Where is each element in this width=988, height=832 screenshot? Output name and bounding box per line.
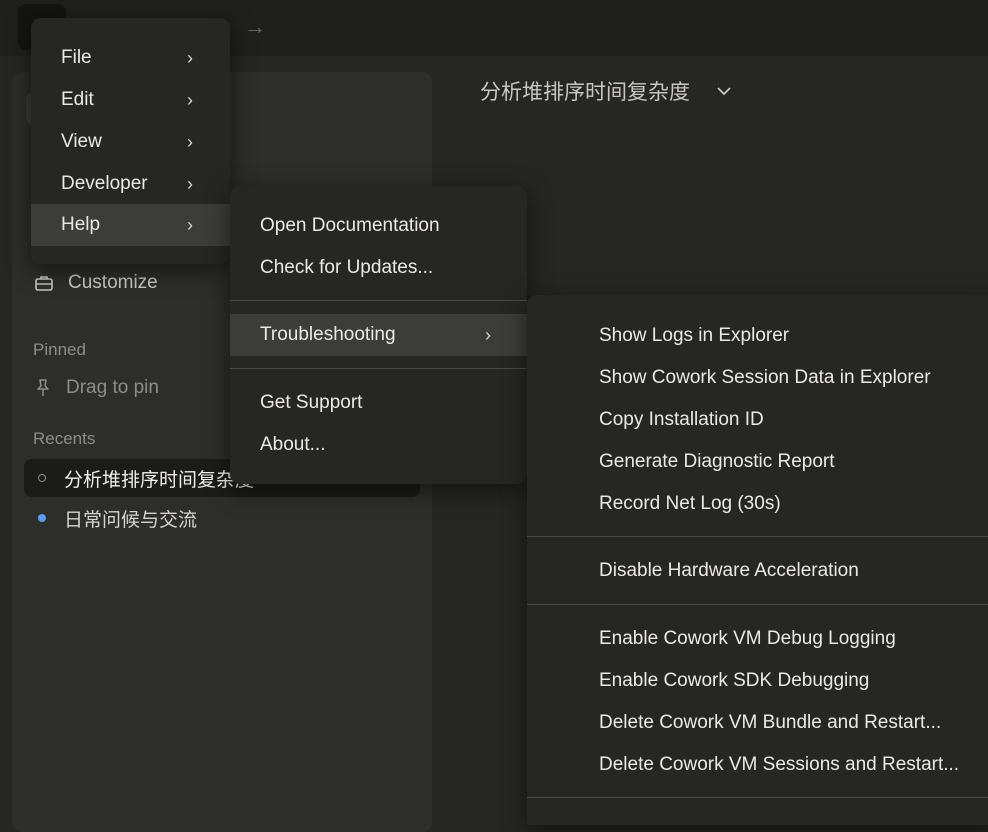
- menu-item-label: Developer: [61, 173, 148, 194]
- menu-item-label: File: [61, 47, 92, 68]
- chevron-right-icon: ›: [187, 131, 193, 152]
- menu-item-delete-vm-bundle[interactable]: Delete Cowork VM Bundle and Restart...: [527, 702, 988, 744]
- chevron-right-icon: ›: [187, 214, 193, 235]
- menu-item-view[interactable]: View ›: [31, 121, 230, 163]
- menu-item-file[interactable]: File ›: [31, 37, 230, 79]
- menu-item-get-support[interactable]: Get Support: [230, 382, 527, 424]
- briefcase-icon: [35, 276, 53, 291]
- menu-item-record-net-log[interactable]: Record Net Log (30s): [527, 483, 988, 525]
- unread-dot-icon: [38, 514, 46, 522]
- menu-item-show-session-data[interactable]: Show Cowork Session Data in Explorer: [527, 357, 988, 399]
- menu-item-disable-hw-acceleration[interactable]: Disable Hardware Acceleration: [527, 550, 988, 592]
- menu-item-edit[interactable]: Edit ›: [31, 79, 230, 121]
- menu-item-label: Copy Installation ID: [599, 409, 764, 430]
- help-submenu: Open Documentation Check for Updates... …: [230, 186, 527, 484]
- menu-item-label: About...: [260, 434, 326, 455]
- menu-item-delete-vm-sessions[interactable]: Delete Cowork VM Sessions and Restart...: [527, 744, 988, 786]
- recents-heading: Recents: [33, 429, 96, 448]
- menu-item-label: Disable Hardware Acceleration: [599, 560, 859, 581]
- app-menu: File › Edit › View › Developer › Help ›: [31, 18, 230, 264]
- menu-divider: [230, 368, 527, 369]
- menu-item-label: Delete Cowork VM Bundle and Restart...: [599, 712, 942, 733]
- menu-item-label: View: [61, 131, 102, 152]
- pin-hint: Drag to pin: [66, 377, 159, 398]
- menu-item-label: Delete Cowork VM Sessions and Restart...: [599, 754, 960, 775]
- menu-item-label: Get Support: [260, 392, 363, 413]
- menu-divider: [527, 536, 988, 537]
- menu-item-check-updates[interactable]: Check for Updates...: [230, 247, 527, 289]
- menu-item-about[interactable]: About...: [230, 424, 527, 466]
- menu-item-copy-installation-id[interactable]: Copy Installation ID: [527, 399, 988, 441]
- menu-item-enable-sdk-debugging[interactable]: Enable Cowork SDK Debugging: [527, 660, 988, 702]
- menu-item-label: Show Cowork Session Data in Explorer: [599, 367, 931, 388]
- pin-drop-zone: Drag to pin: [34, 377, 159, 399]
- menu-item-label: Enable Cowork SDK Debugging: [599, 670, 870, 691]
- menu-item-developer[interactable]: Developer ›: [31, 163, 230, 205]
- conversation-title-dropdown[interactable]: 分析堆排序时间复杂度: [480, 76, 732, 106]
- recent-title: 分析堆排序时间复杂度: [64, 469, 255, 491]
- sidebar-item-label: Customize: [68, 272, 158, 293]
- menu-item-label: Check for Updates...: [260, 257, 434, 278]
- menu-divider: [527, 604, 988, 605]
- menu-item-label: Show Logs in Explorer: [599, 325, 790, 346]
- pinned-heading: Pinned: [33, 340, 86, 359]
- chevron-right-icon: ›: [187, 47, 193, 68]
- menu-item-enable-vm-debug-logging[interactable]: Enable Cowork VM Debug Logging: [527, 618, 988, 660]
- menu-item-label: Help: [61, 214, 101, 235]
- menu-item-help[interactable]: Help ›: [31, 204, 230, 246]
- menu-item-open-documentation[interactable]: Open Documentation: [230, 205, 527, 247]
- menu-item-troubleshooting[interactable]: Troubleshooting ›: [230, 314, 527, 356]
- chevron-right-icon: ›: [187, 173, 193, 194]
- menu-divider: [527, 797, 988, 798]
- forward-arrow-icon[interactable]: →: [244, 14, 266, 40]
- chevron-down-icon: [717, 87, 731, 96]
- menu-item-label: Open Documentation: [260, 215, 440, 236]
- sidebar-item-customize[interactable]: Customize: [34, 272, 158, 294]
- menu-item-label: Enable Cowork VM Debug Logging: [599, 628, 896, 649]
- chevron-right-icon: ›: [485, 324, 491, 345]
- menu-item-label: Record Net Log (30s): [599, 493, 781, 514]
- status-dot-icon: [38, 474, 46, 482]
- recent-title: 日常问候与交流: [64, 509, 198, 531]
- page-title: 分析堆排序时间复杂度: [480, 81, 690, 104]
- pin-icon: [37, 379, 49, 396]
- troubleshooting-submenu: Show Logs in Explorer Show Cowork Sessio…: [527, 295, 988, 825]
- menu-item-label: Troubleshooting: [260, 324, 396, 345]
- menu-item-label: Generate Diagnostic Report: [599, 451, 835, 472]
- menu-divider: [230, 300, 527, 301]
- menu-item-show-logs[interactable]: Show Logs in Explorer: [527, 315, 988, 357]
- menu-item-generate-diagnostic-report[interactable]: Generate Diagnostic Report: [527, 441, 988, 483]
- menu-item-label: Edit: [61, 89, 94, 110]
- recent-conversation[interactable]: 日常问候与交流: [24, 499, 420, 537]
- chevron-right-icon: ›: [187, 89, 193, 110]
